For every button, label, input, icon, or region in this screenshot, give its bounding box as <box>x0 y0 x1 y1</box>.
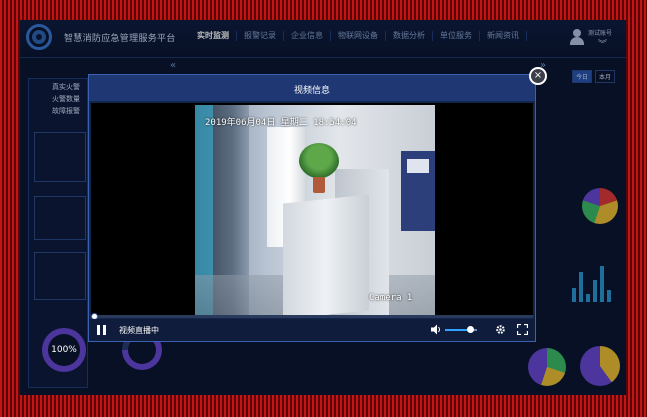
modal-header: 视频信息 <box>89 75 535 101</box>
camera-label: Camera 1 <box>369 293 413 303</box>
volume-slider[interactable] <box>445 326 477 333</box>
video-modal: 视频信息 2019年06月04日 星期二 18:54:04 Camera 1 视… <box>88 74 536 342</box>
feed-cabinet <box>283 194 369 315</box>
gauge-value: 100% <box>51 345 77 355</box>
pause-icon[interactable] <box>97 325 106 335</box>
feed-plant <box>299 143 339 179</box>
gear-icon[interactable] <box>495 324 506 335</box>
feed-notice-paper <box>407 159 429 173</box>
feed-pot <box>313 177 325 193</box>
volume-knob[interactable] <box>467 326 475 333</box>
camera-feed: 2019年06月04日 星期二 18:54:04 Camera 1 <box>195 105 435 315</box>
volume-icon[interactable] <box>431 324 441 335</box>
live-status: 视频直播中 <box>119 326 159 335</box>
video-player[interactable]: 2019年06月04日 星期二 18:54:04 Camera 1 <box>91 103 533 315</box>
fullscreen-icon[interactable] <box>517 324 528 335</box>
video-timestamp: 2019年06月04日 星期二 18:54:04 <box>205 118 357 128</box>
modal-title: 视频信息 <box>293 86 330 96</box>
video-progress-bar[interactable] <box>91 315 533 318</box>
close-icon[interactable]: × <box>529 67 547 85</box>
video-controls: 视频直播中 <box>89 319 535 341</box>
dashboard-frame: 智慧消防应急管理服务平台 实时监测 报警记录 企业信息 物联网设备 数据分析 单… <box>20 20 626 395</box>
